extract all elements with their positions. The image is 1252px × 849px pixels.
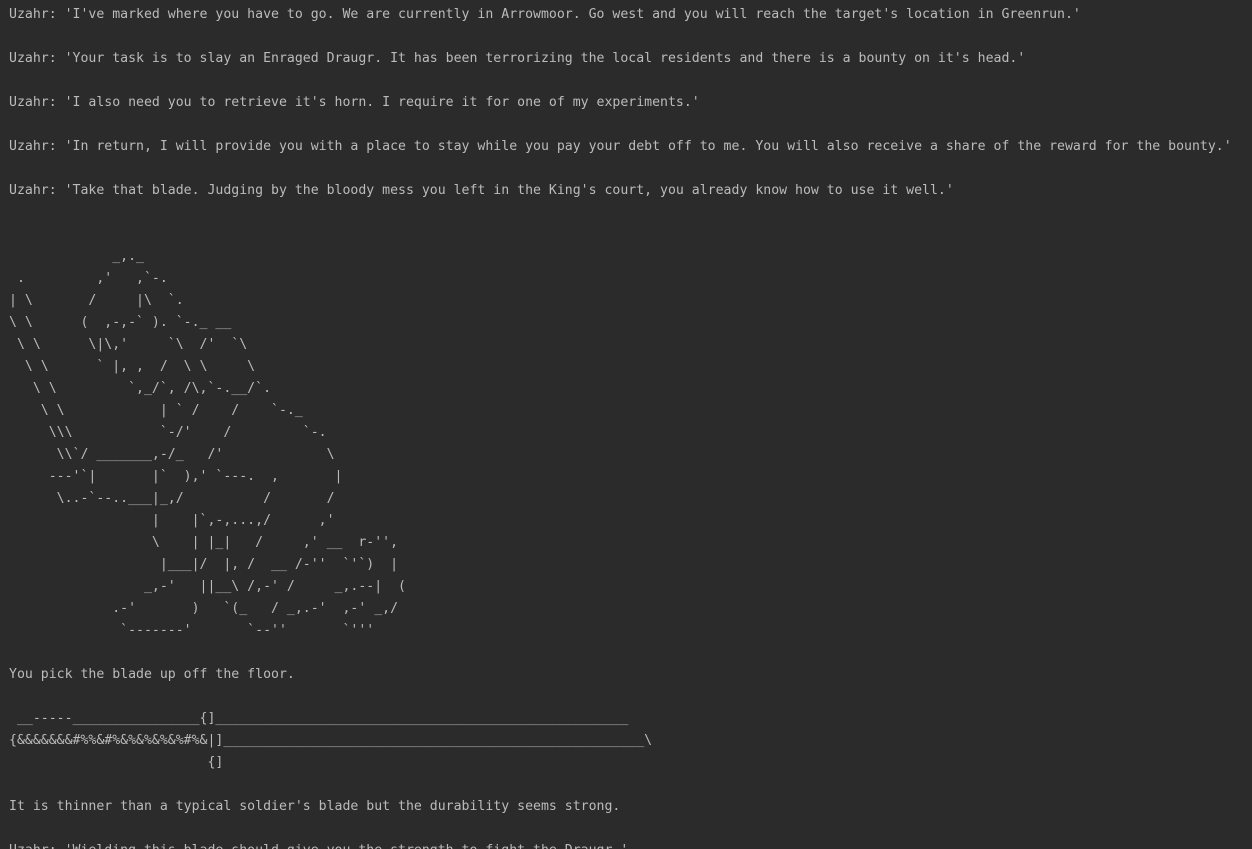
dialogue-line: Uzahr: 'Wielding this blade should give …	[9, 840, 1252, 849]
console-output[interactable]: Uzahr: 'I've marked where you have to go…	[0, 0, 1252, 849]
narration-line: You pick the blade up off the floor.	[9, 667, 295, 682]
dialogue-line: Uzahr: 'Take that blade. Judging by the …	[9, 183, 954, 198]
blade-ascii-art: __-----________________{]_______________…	[9, 711, 653, 770]
dialogue-line: Uzahr: 'Your task is to slay an Enraged …	[9, 51, 1026, 66]
dialogue-line: Uzahr: 'I've marked where you have to go…	[9, 7, 1081, 22]
draugr-ascii-art: _,._ . ,' ,`-. | \ / |\ `. \ \ ( ,-,-` )…	[9, 249, 406, 638]
dialogue-line: Uzahr: 'I also need you to retrieve it's…	[9, 95, 700, 110]
dialogue-line: Uzahr: 'In return, I will provide you wi…	[9, 139, 1232, 154]
narration-line: It is thinner than a typical soldier's b…	[9, 799, 621, 814]
